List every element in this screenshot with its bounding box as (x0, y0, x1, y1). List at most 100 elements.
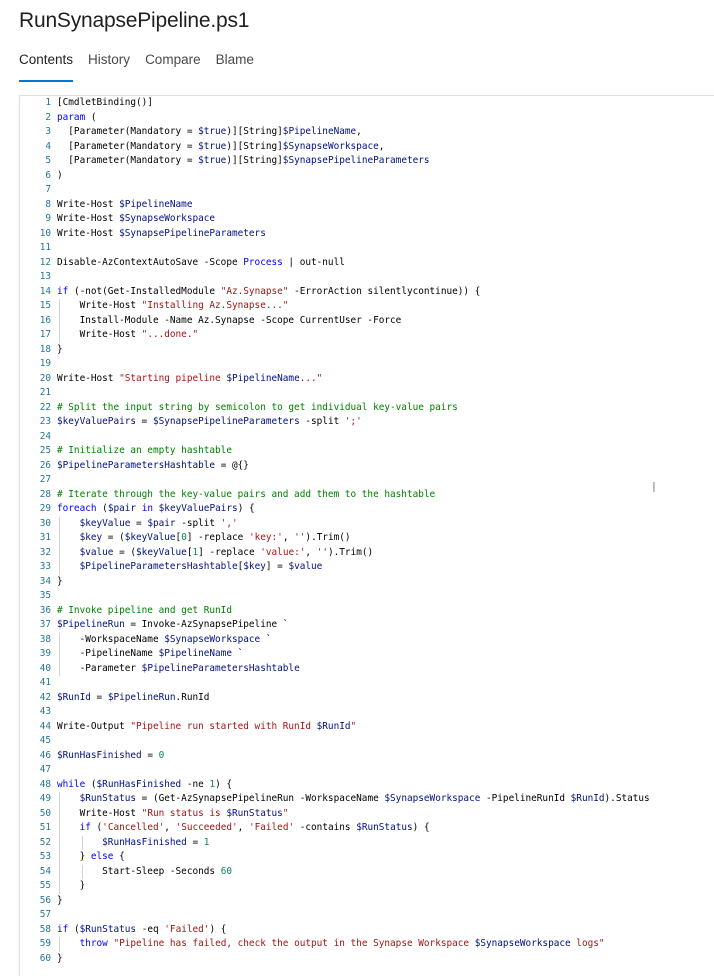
line-content: Write-Host $SynapsePipelineParameters (57, 228, 266, 239)
code-line: 20 Write-Host "Starting pipeline $Pipelin… (20, 372, 650, 387)
code-line: 50 Write-Host "Run status is $RunStatus" (20, 806, 650, 821)
line-number: 15 (39, 300, 51, 311)
line-content: if (-not(Get-InstalledModule "Az.Synapse… (57, 286, 480, 297)
indent-guide (59, 560, 60, 575)
code-line: 51 if ('Cancelled', 'Succeeded', 'Failed… (20, 821, 650, 836)
code-token: $RunId (57, 691, 91, 703)
code-token: } (57, 575, 63, 587)
code-token: $RunStatus (356, 822, 413, 833)
line-number: 39 (39, 648, 51, 659)
line-content: [Parameter(Mandatory = $true)][String]$S… (57, 141, 384, 152)
line-number: 43 (39, 706, 51, 717)
code-token: $PipelineParametersHashtable (141, 662, 300, 674)
tab-compare[interactable]: Compare (145, 52, 201, 75)
code-token: $value (79, 546, 114, 558)
tab-blame[interactable]: Blame (216, 52, 254, 75)
code-token: ).Status (604, 793, 650, 804)
code-token: Write-Host (57, 372, 120, 384)
line-content: $keyValuePairs = $SynapsePipelineParamet… (57, 416, 362, 427)
code-token: $PipelineRun (107, 691, 176, 703)
code-token: = Invoke-AzSynapsePipeline ` (124, 619, 289, 630)
code-token: ] -replace (186, 532, 249, 543)
code-line: 32 $value = ($keyValue[1] -replace 'valu… (20, 545, 650, 560)
code-editor[interactable]: 1 [CmdletBinding()] 2 param (3 [Parameter(M… (19, 95, 714, 976)
code-token: -Parameter (57, 662, 142, 674)
code-token: ( (85, 111, 97, 123)
code-token: } (57, 880, 86, 891)
tab-history[interactable]: History (88, 52, 130, 75)
code-token: $key (243, 561, 266, 572)
code-line: 60} (20, 952, 650, 967)
code-token: , (237, 822, 249, 833)
line-number: 14 (39, 285, 51, 297)
line-number: 2 (45, 111, 51, 123)
line-number: 8 (45, 198, 51, 210)
line-number: 52 (39, 836, 51, 848)
line-number: 41 (39, 677, 51, 688)
line-number: 54 (39, 865, 51, 877)
code-token: $true (198, 140, 227, 152)
line-content: param ( (57, 112, 97, 123)
line-number: 30 (39, 517, 51, 529)
code-token: , (378, 140, 385, 152)
code-token: [CmdletBinding()] (57, 97, 153, 108)
code-line: 25 # Initialize an empty hashtable (20, 444, 650, 459)
code-token: "Starting pipeline (119, 372, 227, 384)
line-number: 21 (39, 387, 51, 398)
tab-contents[interactable]: Contents (19, 52, 74, 82)
code-token: -WorkspaceName (57, 633, 165, 645)
line-number: 11 (39, 242, 51, 253)
code-token: , (305, 546, 317, 558)
line-content: $PipelineParametersHashtable[$key] = $va… (57, 561, 323, 572)
code-token: $RunId (570, 793, 605, 804)
code-token: $keyValuePairs (158, 503, 238, 514)
code-token: $keyValue (79, 517, 131, 529)
code-line: 46 $RunHasFinished = 0 (20, 749, 650, 764)
code-token: $SynapsePipelineParameters (119, 227, 266, 239)
line-content: # Split the input string by semicolon to… (57, 402, 458, 413)
code-token: "...done." (141, 329, 199, 340)
line-number: 6 (45, 169, 51, 181)
line-number: 12 (39, 256, 51, 268)
line-content: # Initialize an empty hashtable (57, 445, 232, 456)
line-number: 46 (39, 749, 51, 761)
code-token: $keyValue (136, 546, 187, 558)
code-token: # Iterate through the key-value pairs an… (57, 488, 436, 500)
indent-guide (59, 647, 60, 662)
code-token: -ErrorAction silentlycontinue)) { (288, 285, 481, 297)
code-line: 41 (20, 676, 650, 691)
line-number: 50 (39, 807, 51, 819)
line-content: if ($RunStatus -eq 'Failed') { (57, 924, 226, 935)
indent-guide (59, 835, 60, 850)
indent-guide (81, 864, 83, 879)
line-number: 51 (39, 822, 51, 833)
line-number: 16 (39, 314, 51, 326)
code-token: = (130, 517, 148, 529)
line-number: 19 (39, 358, 51, 369)
line-number: 23 (39, 416, 51, 427)
line-content: if ('Cancelled', 'Succeeded', 'Failed' -… (57, 822, 430, 833)
code-token: 'Failed' (164, 923, 210, 935)
code-token: Process (243, 256, 283, 268)
code-token: -ne (181, 778, 210, 790)
code-line: 3 [Parameter(Mandatory = $true)][String]… (20, 125, 650, 140)
code-token: # Initialize an empty hashtable (57, 445, 232, 456)
code-token: $RunHasFinished (57, 749, 142, 761)
code-token: $PipelineParametersHashtable (57, 459, 216, 471)
code-token: ';' (344, 416, 362, 427)
code-line: 5 [Parameter(Mandatory = $true)][String]… (20, 154, 650, 169)
line-number: 57 (39, 909, 51, 920)
code-token: else (90, 851, 114, 862)
line-number: 31 (39, 532, 51, 543)
code-token: $RunHasFinished (96, 778, 182, 790)
code-line: 13 (20, 270, 650, 285)
line-number: 37 (39, 619, 51, 630)
code-token: in (141, 503, 153, 514)
code-line: 43 (20, 705, 650, 720)
code-token: ( (90, 822, 103, 833)
code-line: 36 # Invoke pipeline and get RunId (20, 604, 650, 619)
line-content: Start-Sleep -Seconds 60 (57, 866, 232, 877)
code-token: ) { (412, 822, 430, 833)
